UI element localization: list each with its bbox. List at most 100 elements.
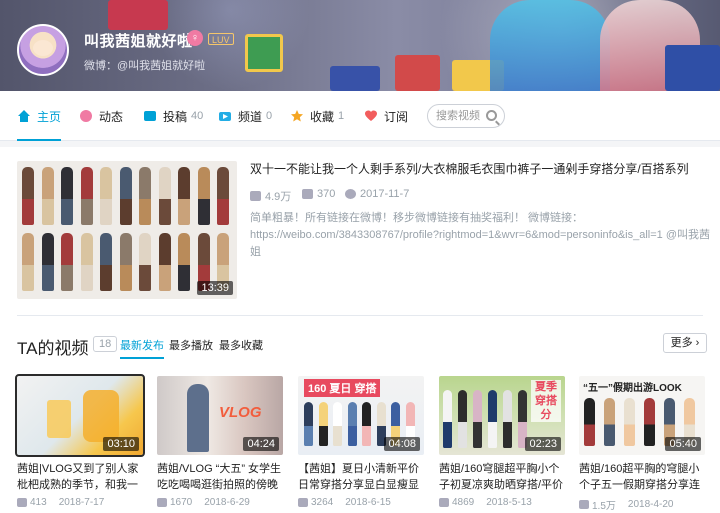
video-thumbnail[interactable]: 03:10 bbox=[15, 374, 145, 457]
thumbnail-caption: “五一”假期出游LOOK bbox=[583, 383, 682, 394]
outfit-figure bbox=[443, 390, 452, 448]
outfit-figure bbox=[503, 390, 512, 448]
tab-count: 40 bbox=[191, 110, 204, 122]
outfit-figure bbox=[197, 167, 210, 225]
clock-icon bbox=[345, 189, 356, 199]
tab-favorites[interactable]: 收藏 1 bbox=[290, 91, 344, 141]
play-icon bbox=[17, 498, 27, 507]
outfit-figure bbox=[458, 390, 467, 448]
tab-channels[interactable]: 频道 0 bbox=[218, 91, 272, 141]
outfit-figure bbox=[119, 233, 132, 291]
outfit-figure bbox=[61, 233, 73, 291]
username[interactable]: 叫我茜姐就好啦 bbox=[84, 30, 193, 51]
outfit-figure bbox=[158, 233, 171, 291]
play-count-value: 1670 bbox=[170, 497, 193, 508]
outfit-figure bbox=[139, 233, 151, 291]
upload-date-value: 2018-6-29 bbox=[204, 497, 250, 508]
upload-date-value: 2018-6-15 bbox=[345, 497, 391, 508]
section-title: TA的视频 bbox=[17, 339, 89, 358]
tab-label: 订阅 bbox=[384, 109, 409, 124]
outfit-figure bbox=[178, 233, 190, 291]
tab-subscriptions[interactable]: 订阅 bbox=[364, 91, 408, 141]
tab-count: 0 bbox=[266, 110, 273, 122]
heart-icon bbox=[365, 110, 377, 121]
upload-date-value: 2017-11-7 bbox=[360, 188, 410, 200]
upload-icon bbox=[144, 111, 156, 121]
video-card[interactable]: VLOG 04:24 茜姐/VLOG “大五” 女学生吃吃喝喝逛街拍照的傍晚 1… bbox=[157, 376, 285, 508]
description-link[interactable]: https://weibo.com/3843308767/profile?rig… bbox=[250, 227, 710, 261]
video-meta: 3264 2018-6-15 bbox=[298, 497, 426, 508]
play-count-value: 4869 bbox=[452, 497, 475, 508]
tab-home[interactable]: 主页 bbox=[17, 91, 62, 141]
video-thumbnail[interactable]: VLOG 04:24 bbox=[157, 376, 283, 455]
search-input[interactable]: 搜索视频 bbox=[427, 104, 505, 128]
comment-count: 370 bbox=[302, 188, 335, 200]
video-thumbnail[interactable]: “五一”假期出游LOOK 05:40 bbox=[579, 376, 705, 455]
tab-label: 投稿 bbox=[163, 109, 188, 124]
video-duration: 04:08 bbox=[384, 437, 420, 451]
video-title[interactable]: 【茜姐】夏日小清新平价日常穿搭分享显白显瘦显腿长要诀 bbox=[298, 461, 426, 493]
video-title[interactable]: 茜姐|VLOG又到了别人家枇杷成熟的季节，和我一起做枇杷 bbox=[17, 461, 145, 493]
tab-dynamics[interactable]: 动态 bbox=[79, 91, 123, 141]
outfit-figure bbox=[362, 402, 371, 446]
tab-label: 主页 bbox=[37, 109, 62, 124]
video-meta: 1.5万 2018-4-20 bbox=[579, 497, 707, 512]
tab-label: 动态 bbox=[99, 109, 124, 124]
outfit-figure bbox=[22, 167, 34, 225]
featured-video-title[interactable]: 双十一不能让我一个人剩手系列/大衣棉服毛衣围巾裤子一通剁手穿搭分享/百搭系列 bbox=[250, 160, 710, 177]
video-duration: 05:40 bbox=[665, 437, 701, 451]
video-meta: 1670 2018-6-29 bbox=[157, 497, 285, 508]
person-image bbox=[187, 384, 209, 452]
female-gender-icon: ♀ bbox=[187, 30, 203, 46]
video-title[interactable]: 茜姐/160超平胸的穹腿小个子五一假期穿搭分享连衣裙、T bbox=[579, 461, 707, 493]
outfit-figure bbox=[139, 167, 151, 225]
play-icon bbox=[157, 498, 167, 507]
video-card[interactable]: 03:10 茜姐|VLOG又到了别人家枇杷成熟的季节，和我一起做枇杷 413 20… bbox=[15, 374, 145, 508]
video-count-badge: 18 bbox=[93, 336, 118, 352]
outfit-figure bbox=[217, 167, 229, 225]
outfit-figure bbox=[100, 167, 112, 225]
gift-decoration bbox=[330, 66, 380, 91]
gift-decoration bbox=[108, 0, 168, 30]
upload-date-value: 2018-5-13 bbox=[486, 497, 532, 508]
home-icon bbox=[18, 110, 30, 122]
avatar[interactable] bbox=[17, 24, 69, 76]
level-badge: LUV bbox=[208, 33, 234, 45]
tab-most-played[interactable]: 最多播放 bbox=[169, 337, 213, 353]
play-count-value: 1.5万 bbox=[592, 501, 616, 512]
video-thumbnail[interactable]: 夏季 穿搭分 02:23 bbox=[439, 376, 565, 455]
outfit-figure bbox=[333, 402, 342, 446]
gift-decoration bbox=[245, 34, 283, 72]
more-button[interactable]: 更多 › bbox=[663, 333, 707, 353]
outfit-figure bbox=[22, 233, 34, 291]
video-duration: 13:39 bbox=[197, 281, 233, 295]
outfit-figure bbox=[644, 398, 655, 446]
outfit-figure bbox=[318, 402, 328, 446]
outfit-figure bbox=[100, 233, 112, 291]
tab-uploads[interactable]: 投稿 40 bbox=[143, 91, 203, 141]
outfit-figure bbox=[347, 402, 357, 446]
weibo-link[interactable]: 微博：@叫我茜姐就好啦 bbox=[84, 57, 205, 73]
anime-character bbox=[490, 0, 610, 91]
outfit-figure bbox=[61, 167, 73, 225]
video-card[interactable]: “五一”假期出游LOOK 05:40 茜姐/160超平胸的穹腿小个子五一假期穿搭… bbox=[579, 376, 707, 512]
tab-latest[interactable]: 最新发布 bbox=[120, 337, 164, 359]
section-divider bbox=[17, 315, 703, 316]
channel-icon bbox=[219, 112, 231, 121]
video-title[interactable]: 茜姐/VLOG “大五” 女学生吃吃喝喝逛街拍照的傍晚 bbox=[157, 461, 285, 493]
thumbnail-caption: 160 夏日 穿搭 bbox=[304, 379, 381, 397]
video-thumbnail[interactable]: 160 夏日 穿搭 04:08 bbox=[298, 376, 424, 455]
tab-most-favorited[interactable]: 最多收藏 bbox=[219, 337, 263, 353]
featured-video-thumbnail[interactable]: 13:39 bbox=[17, 161, 237, 299]
outfit-figure bbox=[624, 398, 635, 446]
video-card[interactable]: 160 夏日 穿搭 04:08 【茜姐】夏日小清新平价日常穿搭分享显白显瘦显腿长… bbox=[298, 376, 426, 508]
star-icon bbox=[291, 110, 303, 122]
outfit-figure bbox=[80, 167, 93, 225]
video-title[interactable]: 茜姐/160穹腿超平胸小个子初夏凉爽助晒穿搭/平价百搭单 bbox=[439, 461, 567, 493]
search-icon[interactable] bbox=[486, 110, 497, 121]
video-meta: 4869 2018-5-13 bbox=[439, 497, 567, 508]
play-count-value: 4.9万 bbox=[265, 191, 292, 203]
video-card[interactable]: 夏季 穿搭分 02:23 茜姐/160穹腿超平胸小个子初夏凉爽助晒穿搭/平价百搭… bbox=[439, 376, 567, 508]
comment-icon bbox=[302, 189, 313, 199]
search-placeholder: 搜索视频 bbox=[436, 110, 480, 122]
